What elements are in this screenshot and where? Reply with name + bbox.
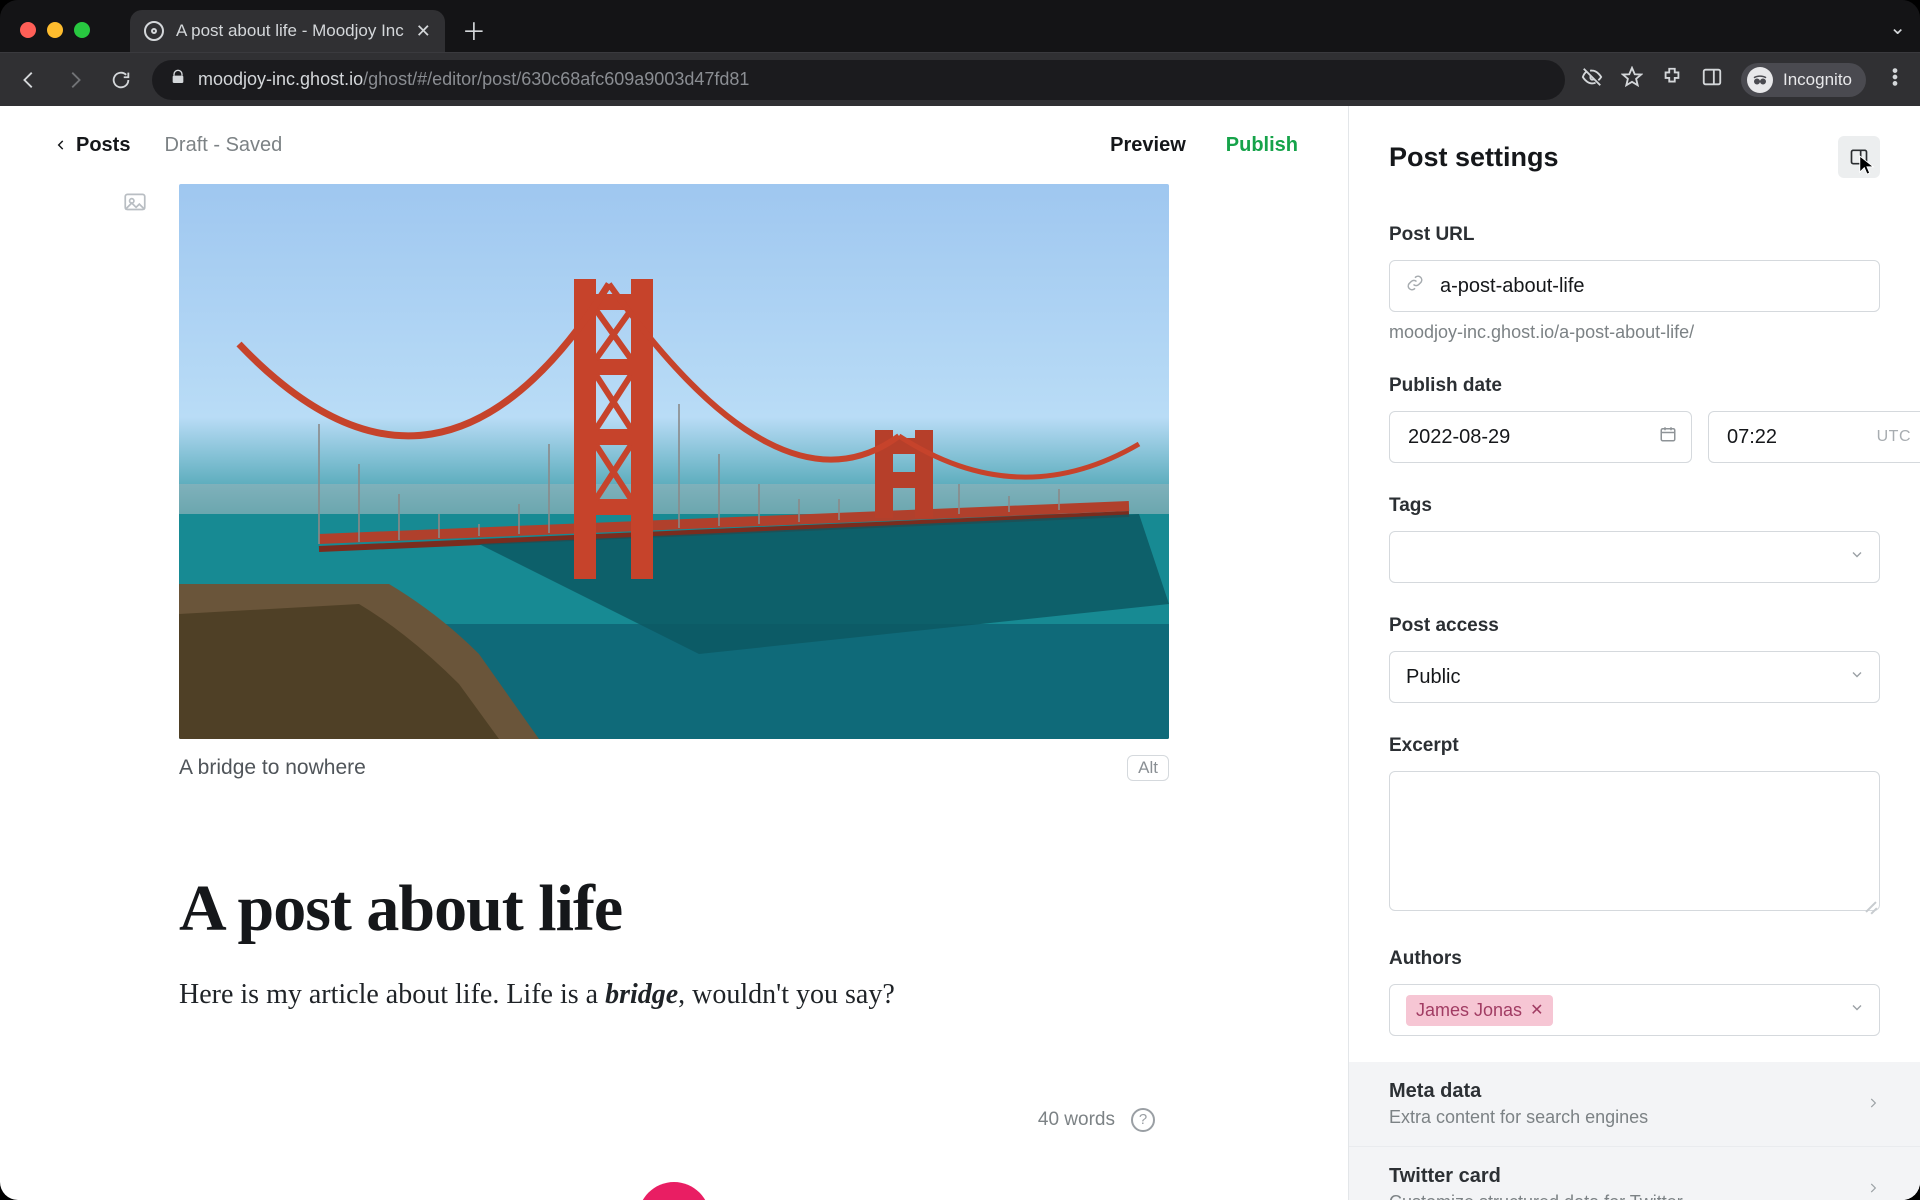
field-post-url: Post URL moodjoy-inc.ghost.io/a-post-abo… <box>1389 224 1880 343</box>
post-access-label: Post access <box>1389 615 1880 637</box>
tab-close-icon[interactable]: ✕ <box>416 21 431 42</box>
settings-heading: Post settings <box>1389 142 1559 173</box>
publish-date-input-wrap <box>1389 411 1692 463</box>
post-access-value: Public <box>1406 666 1460 689</box>
twitter-sub: Customize structured data for Twitter <box>1389 1192 1852 1200</box>
post-access-select[interactable]: Public <box>1389 651 1880 703</box>
post-url-hint: moodjoy-inc.ghost.io/a-post-about-life/ <box>1389 322 1880 343</box>
author-chip[interactable]: James Jonas ✕ <box>1406 995 1553 1026</box>
post-url-input[interactable] <box>1438 274 1863 299</box>
field-tags: Tags <box>1389 495 1880 583</box>
author-chip-name: James Jonas <box>1416 1000 1522 1021</box>
nav-forward-button[interactable] <box>60 65 90 95</box>
tags-select[interactable] <box>1389 531 1880 583</box>
browser-titlebar: A post about life - Moodjoy Inc ✕ ＋ ⌄ <box>0 0 1920 52</box>
chevron-right-icon <box>1866 1178 1880 1200</box>
post-url-input-wrap <box>1389 260 1880 312</box>
browser-menu-icon[interactable] <box>1884 66 1906 93</box>
back-label: Posts <box>76 134 130 157</box>
calendar-icon[interactable] <box>1659 425 1677 449</box>
extensions-icon[interactable] <box>1661 66 1683 93</box>
body-text-pre: Here is my article about life. Life is a <box>179 979 605 1010</box>
chevron-down-icon <box>1849 666 1865 689</box>
bookmark-star-icon[interactable] <box>1621 66 1643 93</box>
field-authors: Authors James Jonas ✕ <box>1389 948 1880 1036</box>
help-icon[interactable]: ? <box>1131 1108 1155 1132</box>
image-caption[interactable]: A bridge to nowhere <box>179 756 366 780</box>
word-count: 40 words <box>1038 1109 1115 1131</box>
tab-favicon <box>144 21 164 41</box>
address-bar[interactable]: moodjoy-inc.ghost.io/ghost/#/editor/post… <box>152 60 1565 100</box>
field-post-access: Post access Public <box>1389 615 1880 703</box>
window-controls <box>20 22 90 38</box>
tab-title: A post about life - Moodjoy Inc <box>176 21 404 41</box>
window-zoom[interactable] <box>74 22 90 38</box>
nav-reload-button[interactable] <box>106 65 136 95</box>
publish-button[interactable]: Publish <box>1226 134 1298 157</box>
body-text-em: bridge <box>605 979 678 1010</box>
tags-label: Tags <box>1389 495 1880 517</box>
browser-toolbar: moodjoy-inc.ghost.io/ghost/#/editor/post… <box>0 52 1920 106</box>
meta-title: Meta data <box>1389 1080 1852 1103</box>
nav-back-button[interactable] <box>14 65 44 95</box>
chevron-right-icon <box>1866 1093 1880 1116</box>
post-url-label: Post URL <box>1389 224 1880 246</box>
toggle-settings-panel-button[interactable] <box>1838 136 1880 178</box>
editor-topbar: Posts Draft - Saved Preview Publish <box>0 106 1348 184</box>
body-text-post: , wouldn't you say? <box>678 979 895 1010</box>
link-icon <box>1406 274 1424 298</box>
chip-remove-icon[interactable]: ✕ <box>1530 1000 1543 1020</box>
add-card-fab[interactable] <box>638 1182 710 1200</box>
feature-image[interactable] <box>179 184 1169 739</box>
timezone-label: UTC <box>1877 428 1911 446</box>
cursor-icon <box>1858 154 1876 182</box>
new-tab-button[interactable]: ＋ <box>457 12 491 46</box>
post-body[interactable]: Here is my article about life. Life is a… <box>179 975 1169 1016</box>
settings-row-meta-data[interactable]: Meta data Extra content for search engin… <box>1349 1062 1920 1147</box>
incognito-badge[interactable]: Incognito <box>1741 63 1866 97</box>
authors-select[interactable]: James Jonas ✕ <box>1389 984 1880 1036</box>
url-path: /ghost/#/editor/post/630c68afc609a9003d4… <box>363 69 749 89</box>
window-close[interactable] <box>20 22 36 38</box>
tabs-menu-icon[interactable]: ⌄ <box>1889 17 1906 39</box>
url-host: moodjoy-inc.ghost.io <box>198 69 363 89</box>
save-status: Draft - Saved <box>164 134 282 157</box>
image-alt-button[interactable]: Alt <box>1127 755 1169 781</box>
address-url: moodjoy-inc.ghost.io/ghost/#/editor/post… <box>198 69 749 90</box>
twitter-title: Twitter card <box>1389 1165 1852 1188</box>
back-to-posts[interactable]: Posts <box>54 134 130 157</box>
chevron-left-icon <box>54 138 68 152</box>
side-panel-icon[interactable] <box>1701 66 1723 93</box>
incognito-label: Incognito <box>1783 70 1852 90</box>
excerpt-textarea[interactable] <box>1389 771 1880 911</box>
publish-time-input-wrap: UTC <box>1708 411 1920 463</box>
eye-off-icon[interactable] <box>1581 66 1603 93</box>
meta-sub: Extra content for search engines <box>1389 1107 1852 1128</box>
lock-icon <box>170 69 186 90</box>
browser-tab[interactable]: A post about life - Moodjoy Inc ✕ <box>130 10 445 52</box>
publish-date-label: Publish date <box>1389 375 1880 397</box>
publish-date-input[interactable] <box>1406 425 1675 450</box>
authors-label: Authors <box>1389 948 1880 970</box>
post-title[interactable]: A post about life <box>179 871 1169 947</box>
post-settings-panel: Post settings Post URL <box>1348 106 1920 1200</box>
field-publish-date: Publish date UTC <box>1389 375 1880 463</box>
chevron-down-icon <box>1849 546 1865 569</box>
preview-button[interactable]: Preview <box>1110 134 1186 157</box>
field-excerpt: Excerpt <box>1389 735 1880 916</box>
window-minimize[interactable] <box>47 22 63 38</box>
chevron-down-icon <box>1849 999 1865 1022</box>
excerpt-label: Excerpt <box>1389 735 1880 757</box>
resize-handle[interactable] <box>1862 898 1876 912</box>
feature-image-placeholder-icon[interactable] <box>120 188 150 218</box>
incognito-icon <box>1747 67 1773 93</box>
settings-row-twitter-card[interactable]: Twitter card Customize structured data f… <box>1349 1147 1920 1200</box>
